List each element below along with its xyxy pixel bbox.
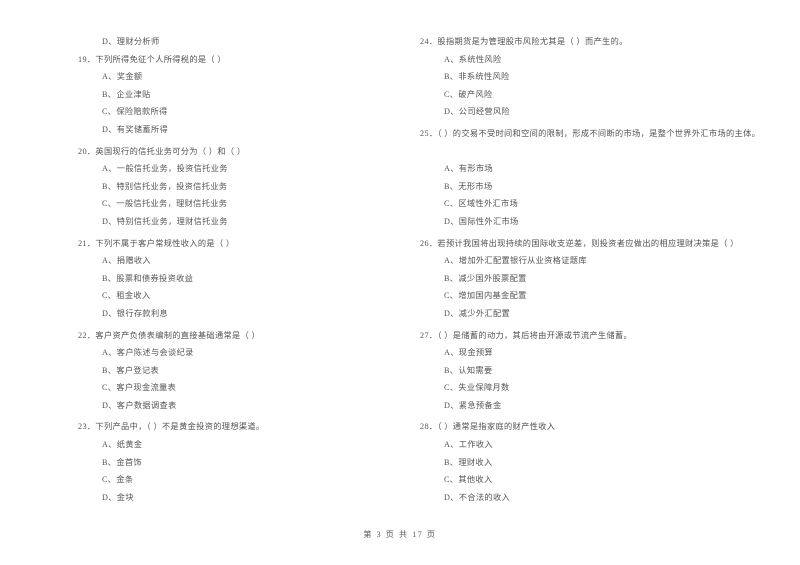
question-27: 27．（ ）是储蓄的动力，其后将由开源或节流产生储蓄。 A、现金预算 B、认知需… [420,327,796,415]
option-a[interactable]: A、增加外汇配置银行从业资格证题库 [420,252,796,270]
option-d[interactable]: D、银行存款利息 [78,305,386,323]
question-19: 19．下列所得免征个人所得税的是（ ） A、奖金额 B、企业津贴 C、保险赔款所… [78,51,386,139]
option-a[interactable]: A、一般信托业务，投资信托业务 [78,160,386,178]
page-footer: 第 3 页 共 17 页 [363,530,437,539]
question-28: 28．（ ）通常是指家庭的财产性收入 A、工作收入 B、理财收入 C、其他收入 … [420,418,796,506]
question-stem: 28．（ ）通常是指家庭的财产性收入 [420,422,556,432]
option-a[interactable]: A、现金预算 [420,344,796,362]
question-21: 21．下列不属于客户常规性收入的是（ ） A、捐赠收入 B、股票和债券投资收益 … [78,235,386,323]
option-b[interactable]: B、认知需要 [420,362,796,380]
right-column: 24．股指期货是为管理股市风险尤其是（ ）而产生的。 A、系统性风险 B、非系统… [400,33,800,510]
question-25: 25．（ ）的交易不受时间和空间的限制，形成不间断的市场，是整个世界外汇市场的主… [420,125,796,231]
orphan-option-d: D、理财分析师 [102,37,160,46]
option-b[interactable]: B、客户登记表 [78,362,386,380]
option-c[interactable]: C、租金收入 [78,287,386,305]
option-b[interactable]: B、金首饰 [78,454,386,472]
question-26: 26．若预计我国将出现持续的国际收支逆差，则投资者应做出的相应理财决策是（ ） … [420,235,796,323]
option-d[interactable]: D、不合法的收入 [420,489,796,507]
option-d[interactable]: D、有奖储蓄所得 [78,121,386,139]
stem-overflow-spacer [420,143,796,161]
option-c[interactable]: C、失业保障月数 [420,379,796,397]
question-columns: D、理财分析师 19．下列所得免征个人所得税的是（ ） A、奖金额 B、企业津贴… [0,33,800,510]
option-c[interactable]: C、区域性外汇市场 [420,195,796,213]
option-c[interactable]: C、其他收入 [420,471,796,489]
question-20: 20．英国现行的信托业务可分为（ ）和（ ） A、一般信托业务，投资信托业务 B… [78,143,386,231]
question-stem: 23．下列产品中，（ ）不是黄金投资的理想渠道。 [78,422,265,432]
option-a[interactable]: A、系统性风险 [420,51,796,69]
option-d[interactable]: D、特别信托业务，理财信托业务 [78,213,386,231]
question-stem: 24．股指期货是为管理股市风险尤其是（ ）而产生的。 [420,37,628,46]
question-stem: 20．英国现行的信托业务可分为（ ）和（ ） [78,146,246,156]
option-c[interactable]: C、一般信托业务，理财信托业务 [78,195,386,213]
option-a[interactable]: A、客户陈述与会谈纪录 [78,344,386,362]
option-c[interactable]: C、金条 [78,471,386,489]
option-b[interactable]: B、特别信托业务，投资信托业务 [78,178,386,196]
option-c[interactable]: C、增加国内基金配置 [420,287,796,305]
option-c[interactable]: C、客户现金流量表 [78,379,386,397]
option-b[interactable]: B、企业津贴 [78,86,386,104]
question-stem: 19．下列所得免征个人所得税的是（ ） [78,54,226,64]
exam-page: D、理财分析师 19．下列所得免征个人所得税的是（ ） A、奖金额 B、企业津贴… [0,0,800,565]
option-d[interactable]: D、客户数据调查表 [78,397,386,415]
question-stem: 27．（ ）是储蓄的动力，其后将由开源或节流产生储蓄。 [420,330,633,340]
question-stem: 26．若预计我国将出现持续的国际收支逆差，则投资者应做出的相应理财决策是（ ） [420,238,739,248]
option-d[interactable]: D、紧急预备金 [420,397,796,415]
option-a[interactable]: A、工作收入 [420,436,796,454]
option-b[interactable]: B、无形市场 [420,178,796,196]
option-d[interactable]: D、国际性外汇市场 [420,213,796,231]
question-stem: 22．客户资产负债表编制的直接基础通常是（ ） [78,330,261,340]
option-d[interactable]: D、公司经营风险 [420,103,796,121]
option-a[interactable]: A、有形市场 [420,160,796,178]
question-stem: 21．下列不属于客户常规性收入的是（ ） [78,238,235,248]
question-stem: 25．（ ）的交易不受时间和空间的限制，形成不间断的市场，是整个世界外汇市场的主… [420,128,761,138]
question-23: 23．下列产品中，（ ）不是黄金投资的理想渠道。 A、纸黄金 B、金首饰 C、金… [78,418,386,506]
option-a[interactable]: A、奖金额 [78,68,386,86]
option-b[interactable]: B、理财收入 [420,454,796,472]
option-a[interactable]: A、纸黄金 [78,436,386,454]
option-c[interactable]: C、破产风险 [420,86,796,104]
option-d[interactable]: D、减少外汇配置 [420,305,796,323]
option-c[interactable]: C、保险赔款所得 [78,103,386,121]
option-b[interactable]: B、减少国外股票配置 [420,270,796,288]
option-b[interactable]: B、股票和债券投资收益 [78,270,386,288]
option-b[interactable]: B、非系统性风险 [420,68,796,86]
option-a[interactable]: A、捐赠收入 [78,252,386,270]
option-d[interactable]: D、金块 [78,489,386,507]
left-column: D、理财分析师 19．下列所得免征个人所得税的是（ ） A、奖金额 B、企业津贴… [0,33,400,510]
question-22: 22．客户资产负债表编制的直接基础通常是（ ） A、客户陈述与会谈纪录 B、客户… [78,327,386,415]
question-24: 24．股指期货是为管理股市风险尤其是（ ）而产生的。 A、系统性风险 B、非系统… [420,33,796,121]
